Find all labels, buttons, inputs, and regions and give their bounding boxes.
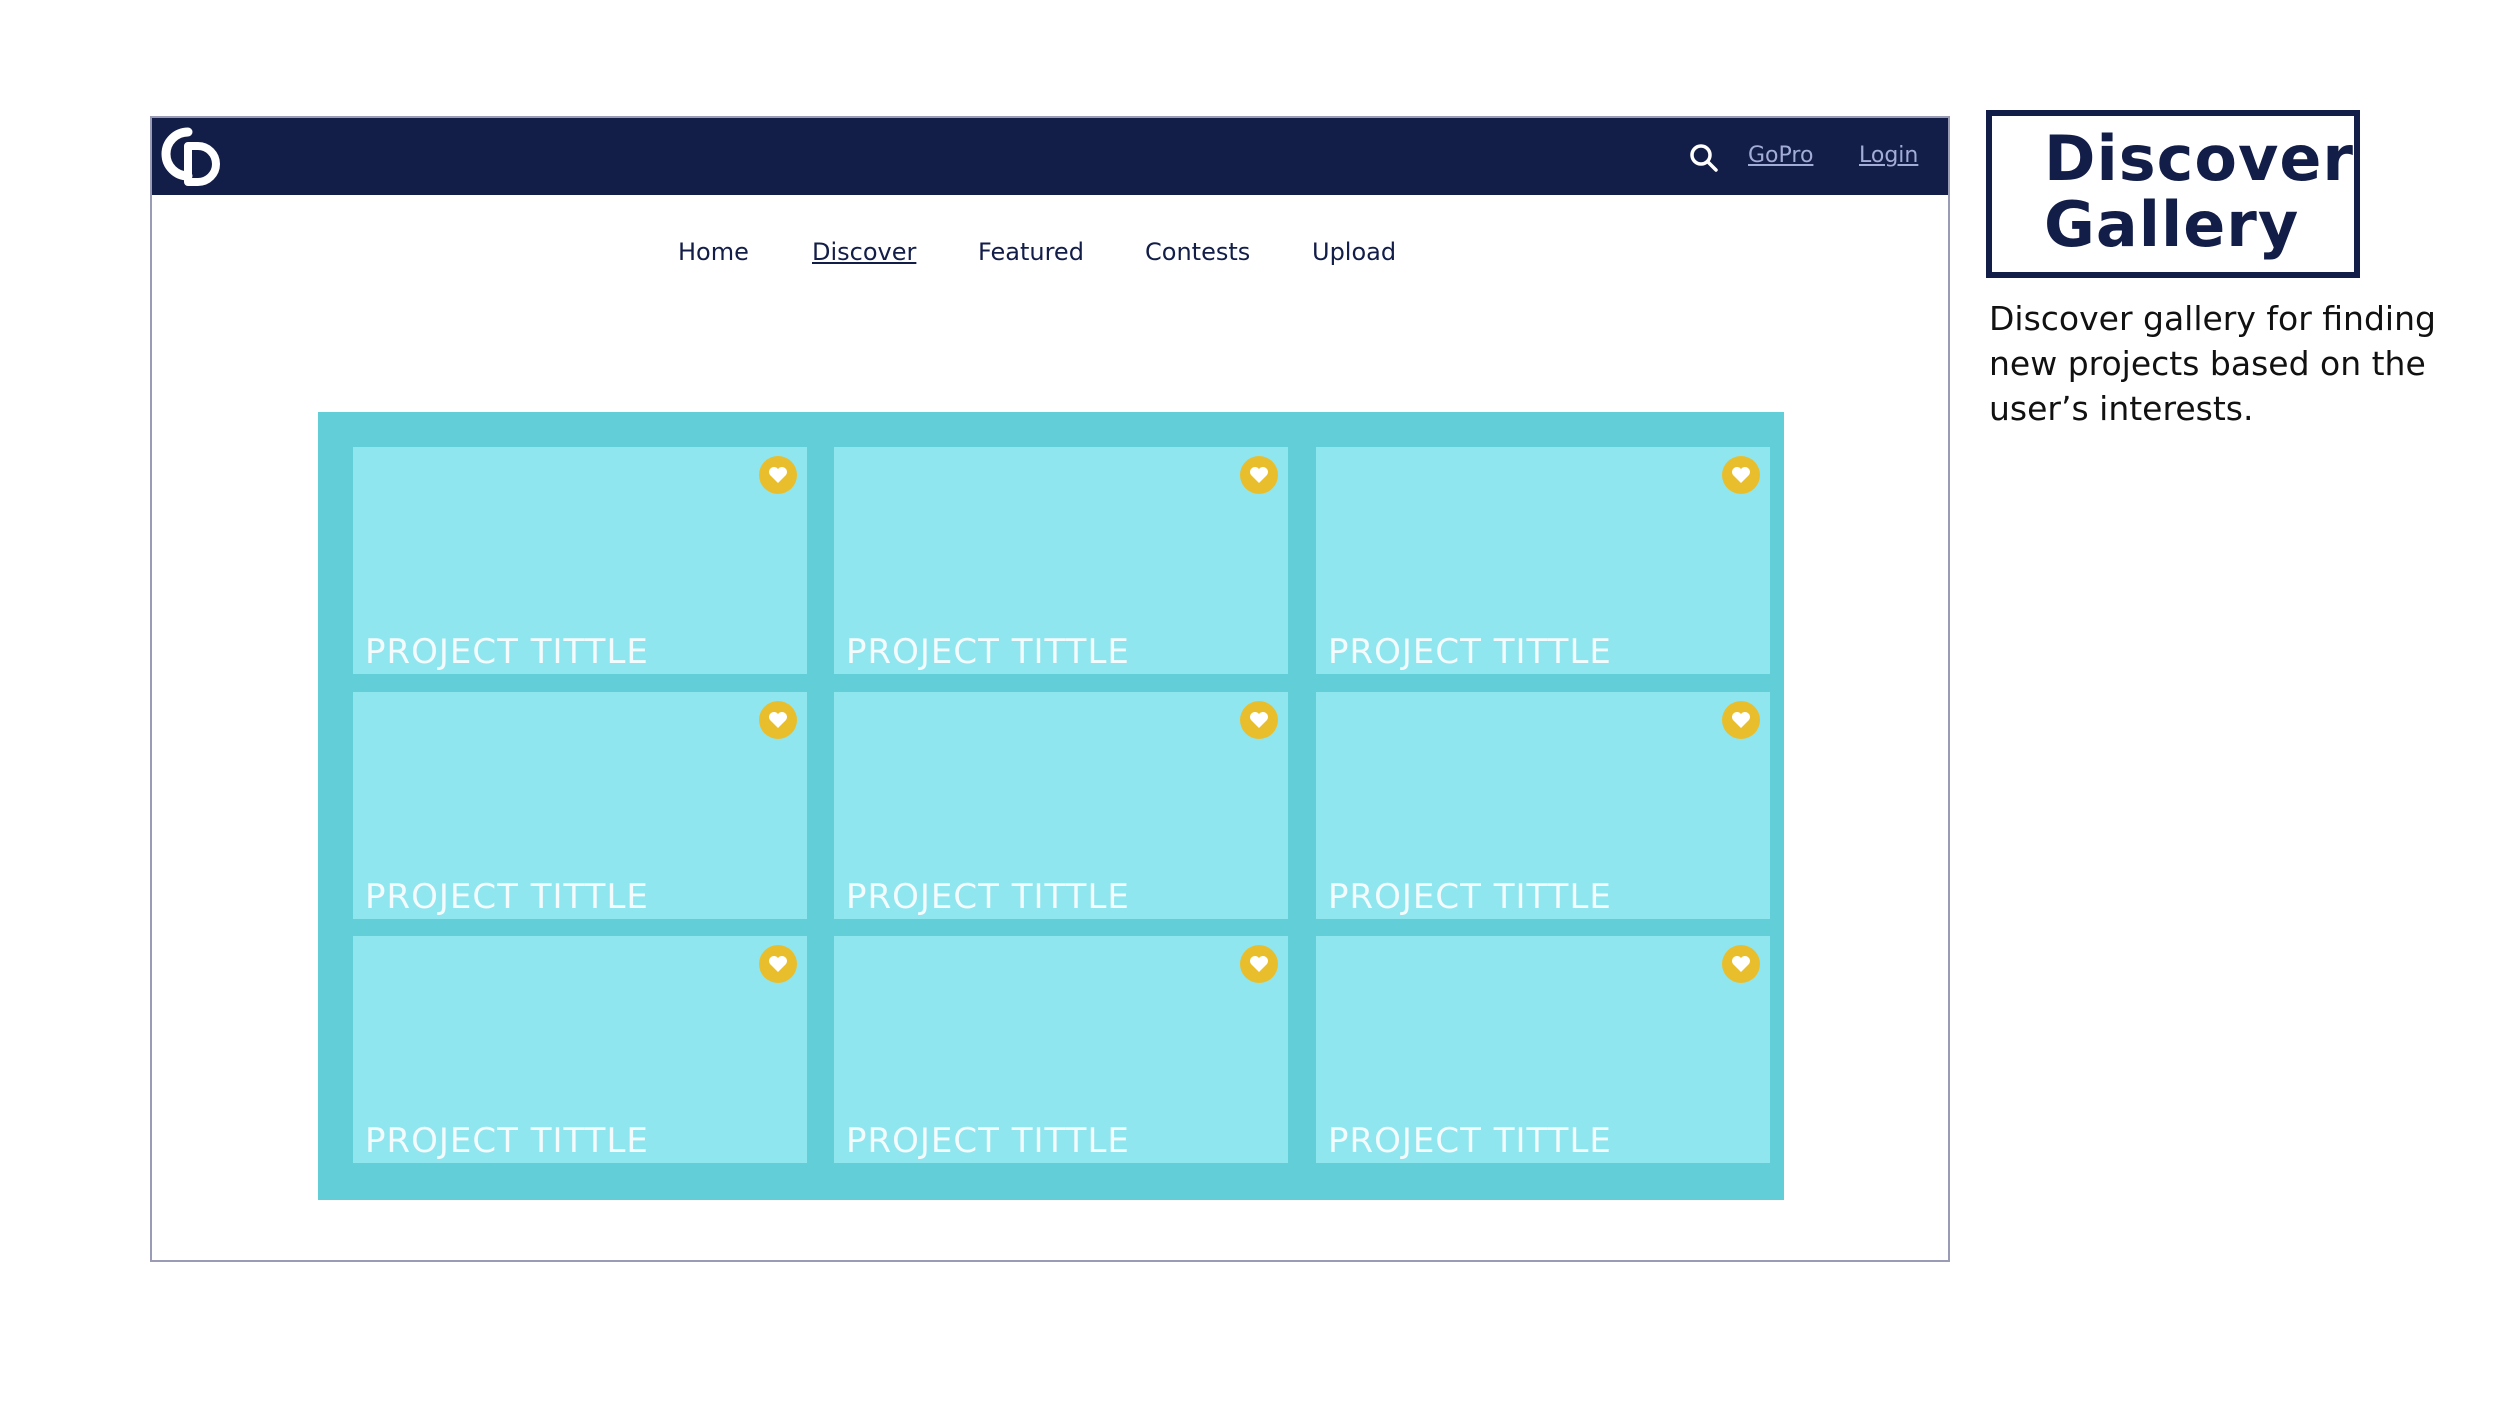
favorite-button[interactable] (1240, 945, 1278, 983)
project-card[interactable]: PROJECT TITTLE (353, 692, 807, 919)
heart-icon (769, 467, 787, 483)
gopro-link[interactable]: GoPro (1748, 138, 1813, 174)
project-title: PROJECT TITTLE (1328, 877, 1612, 917)
project-title: PROJECT TITTLE (846, 877, 1130, 917)
heart-icon (769, 956, 787, 972)
nav-upload[interactable]: Upload (1312, 212, 1396, 292)
favorite-button[interactable] (759, 701, 797, 739)
project-card[interactable]: PROJECT TITTLE (353, 936, 807, 1163)
heart-icon (1732, 712, 1750, 728)
nav-contests[interactable]: Contests (1145, 212, 1250, 292)
heart-icon (1250, 956, 1268, 972)
favorite-button[interactable] (1722, 945, 1760, 983)
screen-label-line2: Gallery (2044, 188, 2300, 261)
project-title: PROJECT TITTLE (1328, 632, 1612, 672)
project-card[interactable]: PROJECT TITTLE (834, 447, 1288, 674)
favorite-button[interactable] (1240, 701, 1278, 739)
cd-logo-icon[interactable] (158, 124, 224, 190)
heart-icon (1250, 712, 1268, 728)
favorite-button[interactable] (759, 456, 797, 494)
screen-label-box: Discover Gallery (1986, 110, 2360, 278)
favorite-button[interactable] (1722, 456, 1760, 494)
project-title: PROJECT TITTLE (365, 632, 649, 672)
login-link[interactable]: Login (1859, 138, 1918, 174)
main-nav: Home Discover Featured Contests Upload (152, 212, 1948, 292)
project-title: PROJECT TITTLE (1328, 1121, 1612, 1161)
project-title: PROJECT TITTLE (365, 877, 649, 917)
nav-home[interactable]: Home (678, 212, 749, 292)
project-card[interactable]: PROJECT TITTLE (1316, 936, 1770, 1163)
favorite-button[interactable] (759, 945, 797, 983)
heart-icon (769, 712, 787, 728)
project-card[interactable]: PROJECT TITTLE (353, 447, 807, 674)
project-title: PROJECT TITTLE (846, 1121, 1130, 1161)
project-title: PROJECT TITTLE (365, 1121, 649, 1161)
heart-icon (1732, 956, 1750, 972)
heart-icon (1732, 467, 1750, 483)
browser-mockup: GoPro Login Home Discover Featured Conte… (150, 116, 1950, 1262)
screen-label-line1: Discover (2044, 122, 2355, 195)
nav-discover[interactable]: Discover (812, 212, 916, 292)
screen-description: Discover gallery for finding new project… (1989, 299, 2436, 428)
project-card[interactable]: PROJECT TITTLE (1316, 692, 1770, 919)
favorite-button[interactable] (1240, 456, 1278, 494)
project-card[interactable]: PROJECT TITTLE (1316, 447, 1770, 674)
screen-label: Discover Gallery (2044, 126, 2364, 258)
heart-icon (1250, 467, 1268, 483)
nav-featured[interactable]: Featured (978, 212, 1084, 292)
search-icon[interactable] (1688, 142, 1720, 174)
project-card[interactable]: PROJECT TITTLE (834, 936, 1288, 1163)
project-card[interactable]: PROJECT TITTLE (834, 692, 1288, 919)
project-gallery: PROJECT TITTLE PROJECT TITTLE PROJECT TI… (318, 412, 1784, 1200)
top-navbar: GoPro Login (152, 118, 1948, 195)
project-title: PROJECT TITTLE (846, 632, 1130, 672)
favorite-button[interactable] (1722, 701, 1760, 739)
